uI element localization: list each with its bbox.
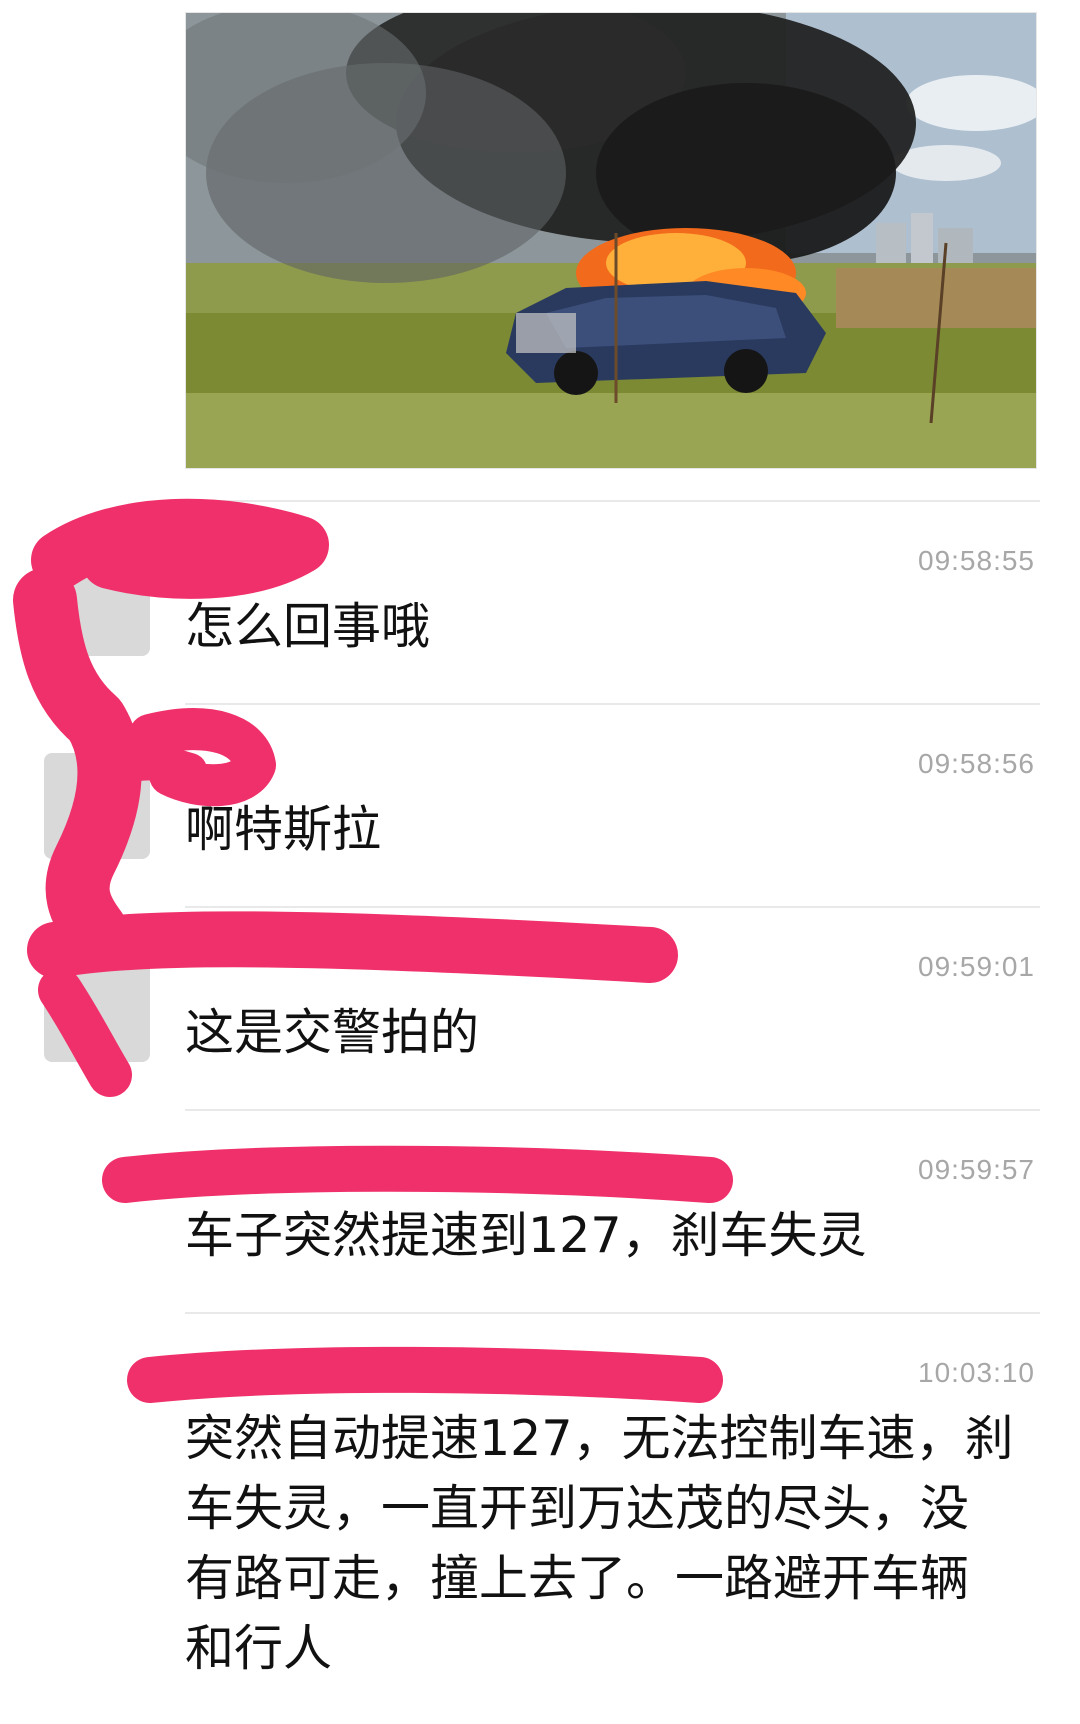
message-divider: [185, 703, 1040, 705]
message-time: 09:58:56: [918, 748, 1035, 779]
avatar[interactable]: [44, 550, 150, 656]
message-text: 这是交警拍的: [185, 1004, 480, 1061]
message-time: 10:03:10: [918, 1357, 1035, 1388]
message-divider: [185, 1109, 1040, 1111]
message-time: 09:58:55: [918, 545, 1035, 576]
avatar[interactable]: [44, 753, 150, 859]
message-text: 怎么回事哦: [185, 598, 431, 655]
chat-message: 09:58:55 怎么回事哦: [0, 500, 1080, 685]
chat-message: 10:03:10 突然自动提速127，无法控制车速，刹车失灵，一直开到万达茂的尽…: [0, 1312, 1080, 1722]
message-text: 啊特斯拉: [185, 801, 382, 858]
message-text: 车子突然提速到127，刹车失灵: [185, 1207, 867, 1264]
message-divider: [185, 906, 1040, 908]
message-text: 突然自动提速127，无法控制车速，刹车失灵，一直开到万达茂的尽头，没有路可走，撞…: [185, 1410, 1014, 1677]
chat-message: 09:59:57 车子突然提速到127，刹车失灵: [0, 1109, 1080, 1294]
message-time: 09:59:57: [918, 1154, 1035, 1185]
burning-car-photo[interactable]: [185, 12, 1037, 469]
message-time: 09:59:01: [918, 951, 1035, 982]
chat-history-screen: 09:58:55 怎么回事哦 09:58:56 啊特斯拉 09:59:01 这是…: [0, 0, 1080, 1724]
chat-message: 09:59:01 这是交警拍的: [0, 906, 1080, 1091]
avatar[interactable]: [44, 956, 150, 1062]
message-divider: [185, 1312, 1040, 1314]
chat-message: 09:58:56 啊特斯拉: [0, 703, 1080, 888]
message-divider: [185, 500, 1040, 502]
